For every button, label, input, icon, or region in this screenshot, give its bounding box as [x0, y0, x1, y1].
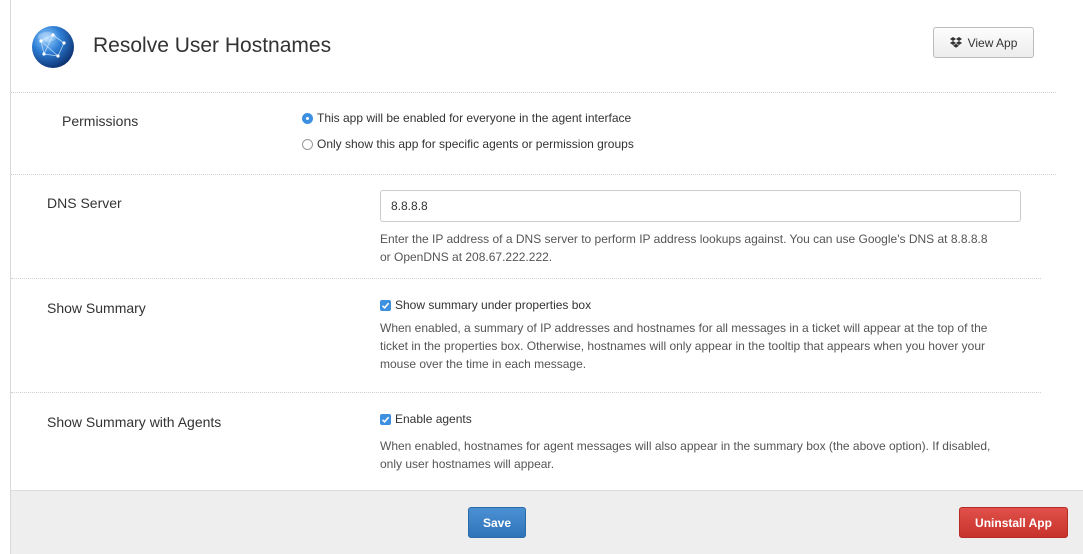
show-summary-label: Show Summary — [47, 300, 146, 316]
show-summary-agents-help: When enabled, hostnames for agent messag… — [380, 437, 1035, 473]
dns-server-help: Enter the IP address of a DNS server to … — [380, 230, 1035, 266]
show-summary-checkbox[interactable] — [380, 299, 391, 311]
globe-network-icon — [32, 26, 74, 68]
show-summary-section: Show Summary Show summary under properti… — [11, 278, 1041, 393]
dns-server-help-line-2: or OpenDNS at 208.67.222.222. — [380, 250, 553, 264]
page-title: Resolve User Hostnames — [93, 34, 332, 57]
show-summary-option[interactable]: Show summary under properties box — [380, 298, 591, 312]
permission-option-specific-label: Only show this app for specific agents o… — [317, 137, 634, 151]
enable-agents-checkbox[interactable] — [380, 413, 391, 425]
permission-option-everyone-label: This app will be enabled for everyone in… — [317, 111, 632, 125]
dns-server-section: DNS Server Enter the IP address of a DNS… — [11, 174, 1041, 279]
show-summary-help-line-3: mouse over the time in each message. — [380, 357, 587, 371]
show-summary-help-line-2: ticket in the properties box. Otherwise,… — [380, 339, 985, 353]
show-summary-agents-help-line-2: only user hostnames will appear. — [380, 457, 555, 471]
show-summary-checkbox-label: Show summary under properties box — [395, 298, 592, 312]
permissions-label: Permissions — [62, 113, 139, 129]
dns-server-input[interactable] — [380, 190, 1021, 222]
app-header: Resolve User Hostnames View App — [11, 0, 1056, 93]
show-summary-agents-label: Show Summary with Agents — [47, 414, 222, 430]
show-summary-agents-help-line-1: When enabled, hostnames for agent messag… — [380, 439, 991, 453]
dropbox-icon — [949, 37, 962, 48]
permission-option-specific[interactable]: Only show this app for specific agents o… — [302, 137, 634, 151]
view-app-label: View App — [967, 35, 1018, 50]
radio-specific[interactable] — [302, 138, 313, 150]
save-button[interactable]: Save — [468, 507, 526, 538]
checkmark-icon — [381, 302, 390, 309]
view-app-button[interactable]: View App — [933, 27, 1034, 58]
dns-server-label: DNS Server — [47, 195, 122, 211]
footer-bar: Save Uninstall App — [11, 490, 1083, 554]
permission-option-everyone[interactable]: This app will be enabled for everyone in… — [302, 111, 631, 125]
checkmark-icon — [381, 416, 390, 423]
dns-server-help-line-1: Enter the IP address of a DNS server to … — [380, 232, 988, 246]
enable-agents-checkbox-label: Enable agents — [395, 412, 472, 426]
app-settings-panel: Resolve User Hostnames View App Permissi… — [11, 0, 1083, 554]
show-summary-help: When enabled, a summary of IP addresses … — [380, 319, 1035, 373]
uninstall-app-button[interactable]: Uninstall App — [959, 507, 1068, 538]
show-summary-agents-section: Show Summary with Agents Enable agents W… — [11, 392, 1041, 490]
enable-agents-option[interactable]: Enable agents — [380, 412, 472, 426]
radio-everyone[interactable] — [302, 112, 313, 124]
show-summary-help-line-1: When enabled, a summary of IP addresses … — [380, 321, 988, 335]
permissions-section: Permissions This app will be enabled for… — [11, 92, 1056, 175]
